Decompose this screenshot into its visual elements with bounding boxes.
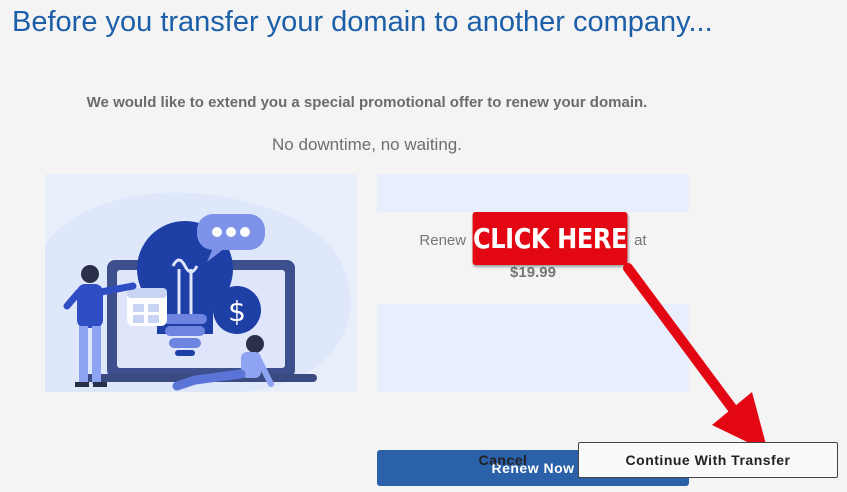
offer-panel-footer: Renew Now [377, 304, 689, 486]
continue-with-transfer-button[interactable]: Continue With Transfer [578, 442, 838, 478]
renew-price: $19.99 [510, 264, 556, 281]
promo-headline: We would like to extend you a special pr… [86, 94, 648, 111]
promo-illustration: $ [45, 174, 357, 392]
svg-text:$: $ [228, 295, 246, 328]
renew-prefix: Renew [419, 232, 467, 249]
offer-panel: Renew at $19.99 Renew Now [377, 174, 689, 486]
click-here-callout: CLICK HERE [472, 212, 627, 265]
cancel-button[interactable]: Cancel [463, 442, 543, 478]
promo-subline: No downtime, no waiting. [272, 135, 462, 154]
dollar-coin-icon: $ [213, 286, 261, 334]
renew-suffix: at [634, 232, 647, 249]
transfer-page: Before you transfer your domain to anoth… [0, 0, 847, 492]
calendar-icon [127, 288, 167, 326]
page-title: Before you transfer your domain to anoth… [12, 6, 713, 38]
offer-panel-header [377, 174, 689, 212]
illustration-graphic: $ [45, 192, 351, 392]
